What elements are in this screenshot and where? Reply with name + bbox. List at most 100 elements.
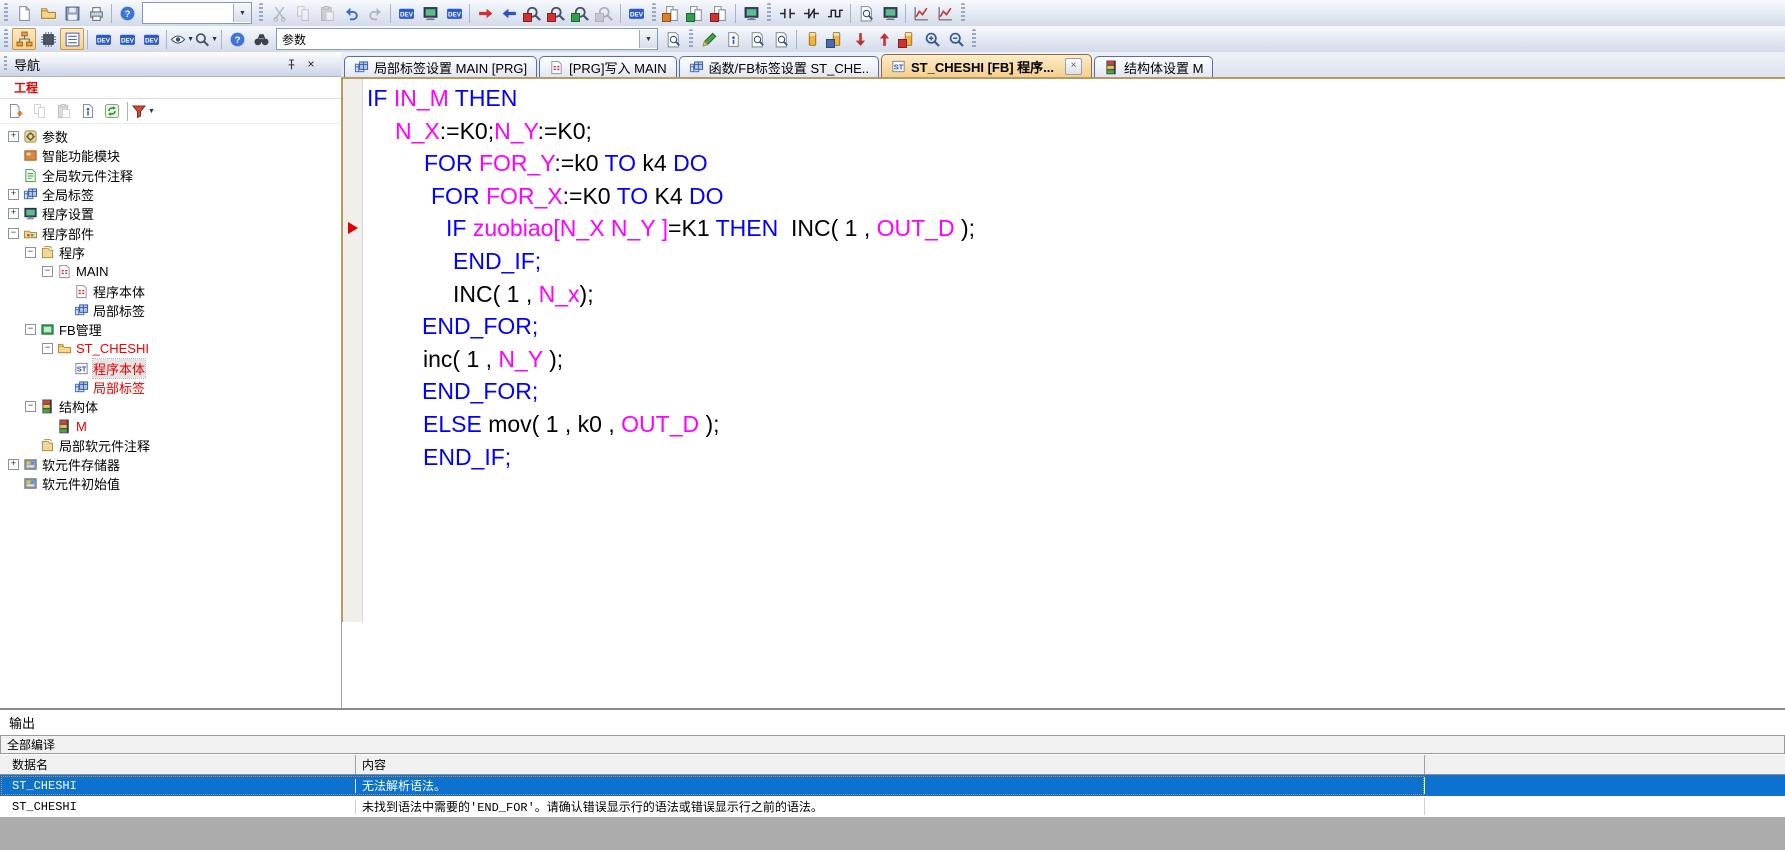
pin-icon[interactable] [283,56,299,72]
device-comment-display-button[interactable] [91,28,115,50]
device-batch-monitor-button[interactable] [139,28,163,50]
tree-item-12[interactable]: 程序本体 [0,359,341,378]
find-next-button[interactable] [769,28,793,50]
new-data-button[interactable] [4,100,28,122]
display-content-button[interactable]: ▼ [170,28,194,50]
tab-4[interactable]: 结构体设置 M [1094,56,1213,78]
open-project-button[interactable] [36,2,60,24]
column-header-data-name[interactable]: 数据名 [0,755,356,774]
output-filter-bar[interactable]: 全部编译 [0,735,1785,754]
toolbar-grip[interactable] [4,29,8,49]
paste-data-button[interactable] [52,100,76,122]
project-data-combo-dropdown-icon[interactable]: ▼ [233,4,251,22]
find-target-combo[interactable]: 参数▼ [276,28,658,50]
tree-item-7[interactable]: −MAIN [0,262,341,281]
monitor-start-button[interactable] [521,2,545,24]
toolbar-grip[interactable] [259,3,263,23]
tree-item-3[interactable]: +全局标签 [0,185,341,204]
device-search-button-dropdown-icon[interactable]: ▼ [211,36,218,43]
toolbar-grip[interactable] [689,29,693,49]
monitor-write-mode-button[interactable] [569,2,593,24]
output-row-1[interactable]: ST_CHESHI未找到语法中需要的'END_FOR'。请确认错误显示行的语法或… [0,796,1785,817]
collapse-icon[interactable]: − [42,343,53,354]
waveform-display-button[interactable] [933,2,957,24]
bookmark-button[interactable] [800,28,824,50]
collapse-icon[interactable]: − [25,247,36,258]
display-content-button-dropdown-icon[interactable]: ▼ [187,36,194,43]
device-test-button[interactable] [624,2,648,24]
collapse-icon[interactable]: − [25,324,36,335]
code-area[interactable]: IF IN_M THENN_X:=K0;N_Y:=K0;FOR FOR_Y:=k… [363,79,1785,622]
tab-1[interactable]: [PRG]写入 MAIN [539,56,677,78]
help-button-2[interactable] [225,28,249,50]
bookmark-delete-button[interactable] [896,28,920,50]
open-contact-button[interactable] [775,2,799,24]
trace-search-button[interactable] [854,2,878,24]
tree-item-5[interactable]: −程序部件 [0,223,341,242]
tree-item-4[interactable]: +程序设置 [0,204,341,223]
project-data-combo[interactable]: ▼ [142,2,252,24]
column-header-content[interactable]: 内容 [356,755,1425,774]
copy-data-button[interactable] [28,100,52,122]
tree-item-11[interactable]: −ST_CHESHI [0,339,341,358]
pulse-instruction-button[interactable] [823,2,847,24]
find-target-combo-dropdown-icon[interactable]: ▼ [639,30,657,48]
document-zoom-button[interactable] [661,28,685,50]
navigation-window-button[interactable] [12,28,36,50]
print-button[interactable] [84,2,108,24]
display-filter-button[interactable]: ▼ [131,100,155,122]
copy-button[interactable] [291,2,315,24]
zoom-in-button[interactable] [920,28,944,50]
tree-item-6[interactable]: −程序 [0,243,341,262]
device-comment-search-button[interactable] [394,2,418,24]
write-to-plc-button[interactable] [473,2,497,24]
monitor-pause-button[interactable] [593,2,617,24]
work-window-button[interactable] [60,28,84,50]
tree-item-13[interactable]: 局部标签 [0,378,341,397]
tree-item-17[interactable]: +软元件存储器 [0,455,341,474]
tree-item-2[interactable]: 全局软元件注释 [0,166,341,185]
panel-grip[interactable] [4,56,7,72]
tree-item-16[interactable]: 局部软元件注释 [0,436,341,455]
tab-0[interactable]: 局部标签设置 MAIN [PRG] [344,56,537,78]
display-filter-button-dropdown-icon[interactable]: ▼ [148,108,155,115]
device-search-button[interactable]: ▼ [194,28,218,50]
tab-3[interactable]: ST_CHESHI [FB] 程序...× [881,54,1092,78]
tree-item-1[interactable]: 智能功能模块 [0,146,341,165]
program-read-button[interactable] [684,2,708,24]
st-editor[interactable]: IF IN_M THENN_X:=K0;N_Y:=K0;FOR FOR_Y:=k… [341,77,1785,622]
pc-verify-button[interactable] [739,2,763,24]
data-property-button[interactable] [76,100,100,122]
expand-icon[interactable]: + [8,208,19,219]
save-project-button[interactable] [60,2,84,24]
tree-item-10[interactable]: −FB管理 [0,320,341,339]
undo-button[interactable] [339,2,363,24]
toolbar-grip[interactable] [961,3,965,23]
toolbar-grip[interactable] [4,3,8,23]
jump-next-button[interactable] [848,28,872,50]
output-row-0[interactable]: ST_CHESHI无法解析语法。 [0,775,1785,796]
toolbar-grip[interactable] [767,3,771,23]
trace-display-button[interactable] [878,2,902,24]
help-button[interactable] [115,2,139,24]
close-icon[interactable]: × [303,56,319,72]
jump-previous-button[interactable] [872,28,896,50]
statement-display-button[interactable] [721,28,745,50]
refresh-button[interactable] [100,100,124,122]
tree-item-15[interactable]: M [0,416,341,435]
tree-item-0[interactable]: +参数 [0,127,341,146]
device-monitor-button[interactable] [418,2,442,24]
read-from-plc-button[interactable] [497,2,521,24]
program-write-button[interactable] [660,2,684,24]
tree-item-9[interactable]: 局部标签 [0,301,341,320]
toolbar-grip[interactable] [972,29,976,49]
collapse-icon[interactable]: − [25,401,36,412]
expand-icon[interactable]: + [8,459,19,470]
toolbar-grip[interactable] [652,3,656,23]
program-verify-button[interactable] [708,2,732,24]
cross-reference-button[interactable] [249,28,273,50]
collapse-icon[interactable]: − [42,266,53,277]
sampling-trace-button[interactable] [909,2,933,24]
edit-mode-button[interactable] [697,28,721,50]
zoom-out-button[interactable] [944,28,968,50]
